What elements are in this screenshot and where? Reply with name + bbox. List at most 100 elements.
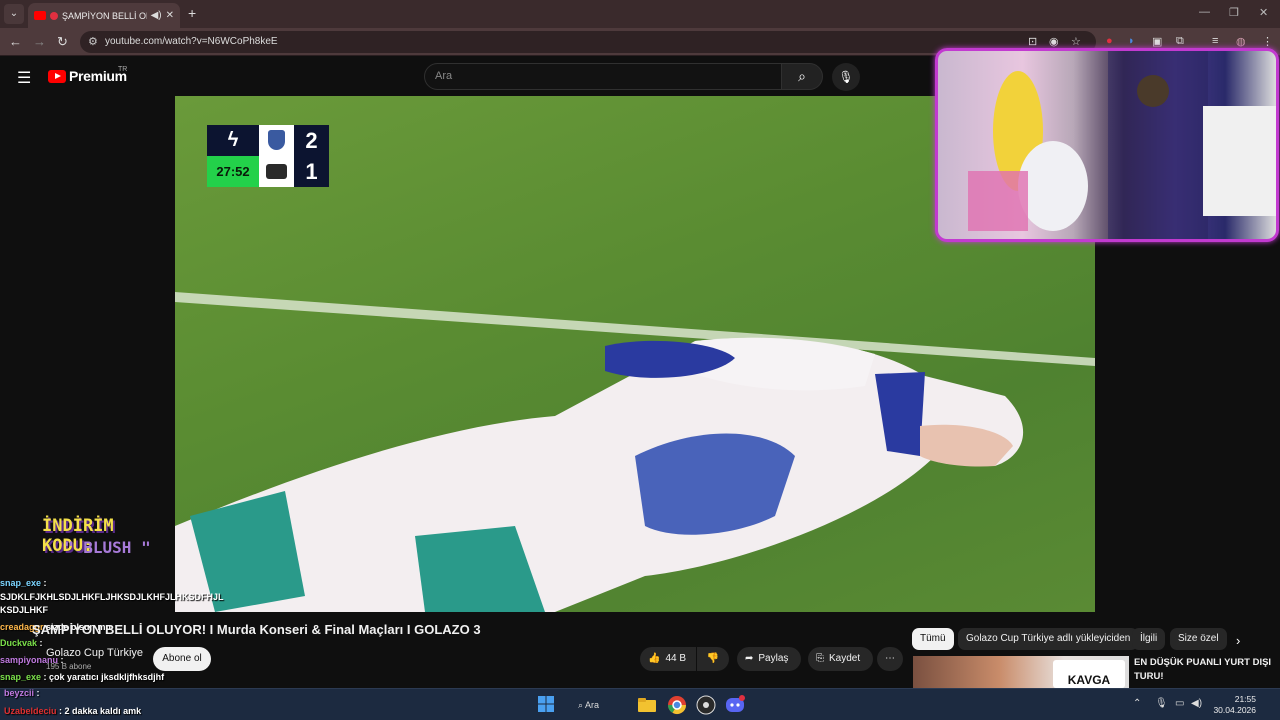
chat-user: Uzabeldeciu xyxy=(4,706,57,716)
tracking-off-icon[interactable]: ◉ xyxy=(1049,35,1059,48)
windows-taskbar: beyzcii : Uzabeldeciu : 2 dakka kaldı am… xyxy=(0,688,1280,720)
tab-close-icon[interactable]: ✕ xyxy=(166,10,174,21)
install-icon[interactable]: ⊡ xyxy=(1028,35,1037,48)
match-clock: 27:52 xyxy=(207,156,259,187)
new-tab-icon[interactable]: + xyxy=(188,5,196,21)
chrome-icon[interactable] xyxy=(667,695,687,715)
extension-blue-icon[interactable]: ◗ xyxy=(1128,35,1135,47)
browser-tab-active[interactable]: ŞAMPİYON BELLİ OLUYOR! I Murda Konseri &… xyxy=(28,3,180,28)
forward-icon[interactable]: → xyxy=(33,34,46,49)
like-button[interactable]: 👍 44 B xyxy=(640,647,696,671)
dislike-button[interactable]: 👎 xyxy=(697,647,729,671)
search-placeholder: Ara xyxy=(435,70,453,82)
file-explorer-icon[interactable] xyxy=(637,695,657,715)
search-input[interactable]: Ara xyxy=(424,63,782,90)
chat-message: snap_exe : xyxy=(0,578,47,588)
share-button[interactable]: ➦ Paylaş xyxy=(737,647,801,671)
chat-message: snap_exe : çok yaratıcı jksdkljfhksdjhf xyxy=(0,672,164,682)
hamburger-menu-icon[interactable]: ☰ xyxy=(17,68,31,88)
chat-text: : 2 dakka kaldı amk xyxy=(59,706,142,716)
tab-search-dropdown-icon[interactable]: ⌄ xyxy=(4,4,24,24)
minimize-icon[interactable]: — xyxy=(1199,6,1210,18)
browser-menu-icon[interactable]: ⋮ xyxy=(1262,35,1273,48)
chat-message: Duckvak : xyxy=(0,638,43,648)
share-label: Paylaş xyxy=(758,653,789,664)
like-count: 44 B xyxy=(665,653,687,664)
chat-user: Duckvak xyxy=(0,638,38,648)
chat-text: : xyxy=(36,688,40,698)
site-info-icon[interactable]: ⚙ xyxy=(88,35,98,48)
discount-code-overlay: İNDİRİM KODU: " BLUSH " xyxy=(14,512,174,562)
bookmark-icon: ⎘ xyxy=(816,653,824,664)
chat-user: snap_exe xyxy=(0,578,42,588)
scoreboard: ϟ 2 27:52 1 xyxy=(207,125,329,187)
streamer-webcam xyxy=(935,48,1279,242)
bookmark-star-icon[interactable]: ☆ xyxy=(1071,35,1081,48)
save-label: Kaydet xyxy=(829,653,861,664)
away-score: 1 xyxy=(294,156,329,187)
home-score: 2 xyxy=(294,125,329,156)
chip-from-uploader[interactable]: Golazo Cup Türkiye adlı yükleyiciden xyxy=(958,628,1139,650)
restore-icon[interactable]: ❐ xyxy=(1229,6,1239,19)
close-window-icon[interactable]: ✕ xyxy=(1259,6,1268,19)
chat-message: beyzcii : xyxy=(4,688,40,698)
chat-message: KSDJLHKF xyxy=(0,605,48,615)
recommended-video-thumbnail[interactable]: KAVGA xyxy=(913,656,1129,688)
tray-overflow-icon[interactable]: ⌃ xyxy=(1133,698,1141,709)
browser-tab-strip: ⌄ ŞAMPİYON BELLİ OLUYOR! I Murda Konseri… xyxy=(0,0,1280,28)
thumbs-down-icon: 👎 xyxy=(706,653,720,664)
tab-audio-icon[interactable]: ◀) xyxy=(151,10,162,21)
chat-user: snap_exe xyxy=(0,672,42,682)
thumbnail-badge: KAVGA xyxy=(1053,660,1125,688)
tray-mic-icon[interactable]: 🎙 xyxy=(1155,698,1168,709)
tray-network-icon[interactable]: ▭ xyxy=(1175,698,1184,709)
promo-line-2: " BLUSH " xyxy=(64,538,151,557)
chip-all[interactable]: Tümü xyxy=(912,628,954,650)
chip-for-you[interactable]: Size özel xyxy=(1170,628,1227,650)
url-text: youtube.com/watch?v=N6WCoPh8keE xyxy=(105,36,278,47)
chat-user: beyzcii xyxy=(4,688,35,698)
tray-volume-icon[interactable]: ◀) xyxy=(1191,698,1202,709)
more-actions-button[interactable]: ⋯ xyxy=(877,647,903,671)
youtube-favicon-icon xyxy=(34,11,46,20)
channel-name[interactable]: Golazo Cup Türkiye xyxy=(46,647,143,659)
discord-icon[interactable] xyxy=(725,695,745,715)
reload-icon[interactable]: ↻ xyxy=(57,34,68,50)
share-icon: ➦ xyxy=(745,653,754,664)
recommended-video-title[interactable]: EN DÜŞÜK PUANLI YURT DIŞI TURU! xyxy=(1134,656,1274,684)
chat-text: KSDJLHKF xyxy=(0,605,49,615)
extension-red-icon[interactable]: ● xyxy=(1106,35,1113,47)
more-icon: ⋯ xyxy=(885,653,895,664)
chat-message: SJDKLFJKHLSDJLHKFLJHKSDJLKHFJLHKSDFHJL xyxy=(0,592,224,602)
region-code: TR xyxy=(118,66,128,73)
media-control-icon[interactable]: ≡ xyxy=(1212,35,1218,47)
search-button[interactable]: ⌕ xyxy=(781,63,823,90)
profile-avatar-icon[interactable]: ◍ xyxy=(1236,35,1246,48)
chip-related[interactable]: İlgili xyxy=(1132,628,1166,650)
windows-start-icon[interactable] xyxy=(537,695,557,715)
subscribe-button[interactable]: Abone ol xyxy=(153,647,211,671)
chat-text: SJDKLFJKHLSDJLHKFLJHKSDJLKHFJLHKSDFHJL xyxy=(0,592,224,602)
back-icon[interactable]: ← xyxy=(9,34,22,49)
clock-time: 21:55 xyxy=(1234,694,1256,704)
taskbar-clock[interactable]: 21:55 30.04.2026 xyxy=(1208,694,1256,716)
clock-date: 30.04.2026 xyxy=(1213,705,1256,715)
webcam-frame xyxy=(968,51,1276,239)
chat-text: : xyxy=(39,638,43,648)
extensions-puzzle-icon[interactable]: ⧉ xyxy=(1176,35,1184,48)
taskbar-search-label: Ara xyxy=(585,700,600,710)
subscriber-count: 195 B abone xyxy=(46,662,92,671)
tab-title: ŞAMPİYON BELLİ OLUYOR! I Murda Konseri &… xyxy=(62,10,147,21)
chat-message: Uzabeldeciu : 2 dakka kaldı amk xyxy=(4,706,141,716)
chips-next-chevron-icon[interactable]: › xyxy=(1236,633,1240,648)
home-team-crest-icon xyxy=(259,125,294,156)
save-button[interactable]: ⎘ Kaydet xyxy=(808,647,873,671)
voice-search-mic-icon[interactable]: 🎙 xyxy=(832,63,860,91)
chat-text: : çok yaratıcı jksdkljfhksdjhf xyxy=(43,672,165,682)
youtube-logo-icon[interactable] xyxy=(48,70,66,83)
obs-icon[interactable] xyxy=(696,695,716,715)
league-logo-icon: ϟ xyxy=(207,125,259,156)
extension-mask-icon[interactable]: ▣ xyxy=(1152,35,1162,48)
chat-text: : xyxy=(43,578,47,588)
taskbar-search[interactable]: ⌕ Ara xyxy=(578,695,626,715)
